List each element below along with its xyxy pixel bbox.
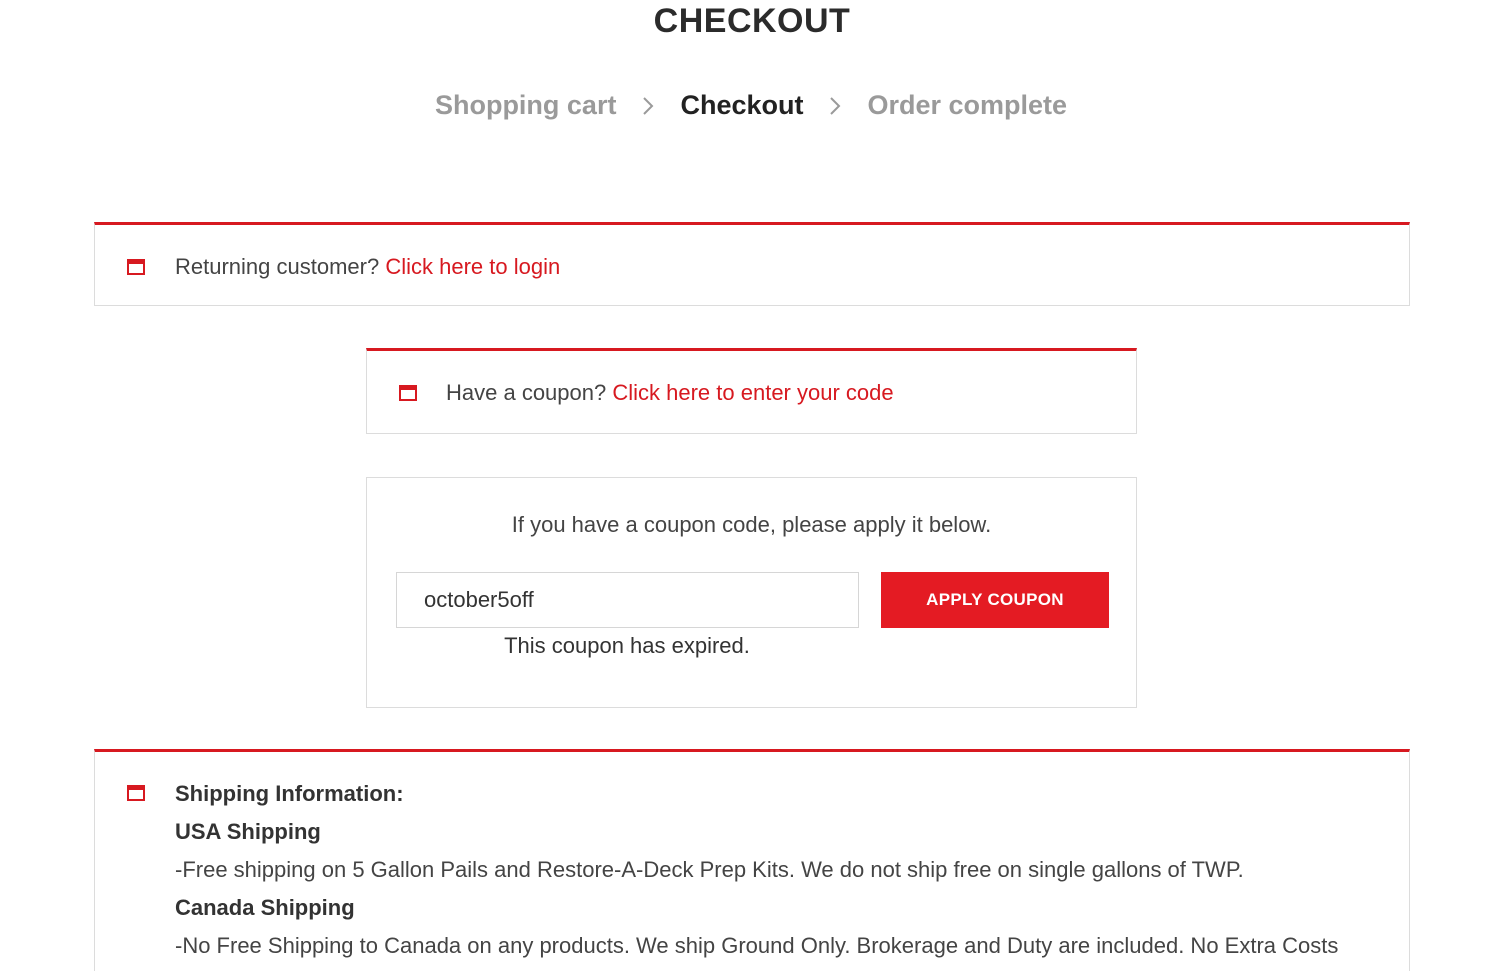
shipping-info-notice: Shipping Information: USA Shipping -Free… [94, 749, 1410, 971]
apply-coupon-button[interactable]: APPLY COUPON [881, 572, 1109, 628]
chevron-right-icon [642, 96, 654, 116]
canada-shipping-text: -No Free Shipping to Canada on any produ… [175, 933, 1339, 958]
returning-customer-message: Returning customer? Click here to login [175, 254, 560, 280]
window-icon [127, 259, 145, 275]
chevron-right-icon [829, 96, 841, 116]
canada-shipping-heading: Canada Shipping [175, 895, 355, 920]
page-title: CHECKOUT [653, 2, 851, 40]
enter-coupon-link[interactable]: Click here to enter your code [612, 380, 893, 405]
returning-customer-notice: Returning customer? Click here to login [94, 222, 1410, 306]
login-link[interactable]: Click here to login [385, 254, 560, 279]
returning-customer-label: Returning customer? [175, 254, 380, 279]
usa-shipping-text: -Free shipping on 5 Gallon Pails and Res… [175, 857, 1244, 882]
coupon-notice: Have a coupon? Click here to enter your … [366, 348, 1137, 434]
shipping-info-heading: Shipping Information: [175, 781, 404, 806]
coupon-error-message: This coupon has expired. [504, 633, 750, 658]
coupon-message: Have a coupon? Click here to enter your … [446, 380, 894, 406]
step-shopping-cart[interactable]: Shopping cart [435, 90, 617, 121]
coupon-label: Have a coupon? [446, 380, 607, 405]
checkout-steps: Shopping cart Checkout Order complete [0, 90, 1500, 121]
checkout-page: CHECKOUT Shopping cart Checkout Order co… [0, 0, 1500, 971]
usa-shipping-heading: USA Shipping [175, 819, 321, 844]
shipping-info-content: Shipping Information: USA Shipping -Free… [175, 778, 1338, 968]
step-checkout: Checkout [680, 90, 804, 120]
step-order-complete: Order complete [867, 90, 1068, 120]
coupon-instructions: If you have a coupon code, please apply … [511, 512, 992, 537]
coupon-code-input[interactable] [396, 572, 859, 628]
window-icon [127, 785, 145, 801]
coupon-form: If you have a coupon code, please apply … [366, 477, 1137, 708]
window-icon [399, 385, 417, 401]
